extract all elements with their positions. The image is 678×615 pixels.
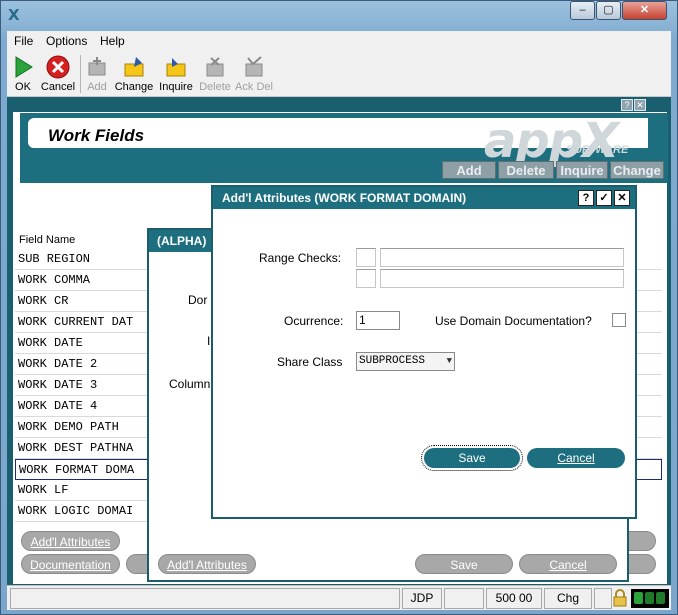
occurrence-field[interactable]: 1 xyxy=(356,311,400,330)
status-mode: Chg xyxy=(544,588,592,609)
alpha-partial-label: Dor xyxy=(188,293,208,307)
range-checks-label: Range Checks: xyxy=(259,251,342,265)
hidden-button-edge[interactable] xyxy=(628,554,656,574)
list-item[interactable]: WORK DEMO PATH xyxy=(15,417,151,438)
add-icon xyxy=(88,57,106,76)
list-item[interactable]: WORK DEST PATHNA xyxy=(15,438,151,459)
delete-icon xyxy=(206,57,224,77)
addl-attributes-button[interactable]: Add'l Attributes xyxy=(21,531,120,551)
list-item[interactable]: WORK DATE 4 xyxy=(15,396,151,417)
status-blank xyxy=(594,588,612,609)
tab-delete[interactable]: Delete xyxy=(498,161,554,179)
list-item[interactable]: WORK LF xyxy=(15,480,151,501)
add-label: Add xyxy=(87,81,107,93)
field-name-header: Field Name xyxy=(19,234,76,246)
list-item[interactable]: WORK COMMA xyxy=(15,270,151,291)
dialog-ok-button[interactable]: ✓ xyxy=(596,190,612,206)
app-logo-icon: X xyxy=(8,6,20,24)
documentation-button[interactable]: Documentation xyxy=(21,554,120,574)
lock-icon xyxy=(612,589,628,607)
form-close-button[interactable]: ✕ xyxy=(634,99,646,111)
range-check-flag-1[interactable] xyxy=(356,248,376,267)
status-led-icon xyxy=(645,592,654,604)
addl-dialog-title: Add'l Attributes (WORK FORMAT DOMAIN) xyxy=(213,187,635,209)
list-item-selected[interactable]: WORK FORMAT DOMA xyxy=(15,459,151,480)
addl-cancel-button[interactable]: Cancel xyxy=(527,448,625,468)
alpha-save-button[interactable]: Save xyxy=(415,554,513,574)
maximize-button[interactable]: ▢ xyxy=(596,1,621,20)
range-check-value-1[interactable] xyxy=(380,248,624,267)
change-label: Change xyxy=(114,81,154,93)
appx-logo-subtitle: SOFTWARE xyxy=(566,144,629,156)
status-led-icon xyxy=(656,592,665,604)
tab-add[interactable]: Add xyxy=(442,161,496,179)
status-message xyxy=(10,588,400,609)
form-help-button[interactable]: ? xyxy=(621,99,633,111)
list-item[interactable]: WORK CR xyxy=(15,291,151,312)
status-user: JDP xyxy=(402,588,442,609)
close-button[interactable]: ✕ xyxy=(622,1,667,20)
toolbar-separator xyxy=(80,55,81,93)
list-item[interactable]: WORK DATE 2 xyxy=(15,354,151,375)
status-led-icon xyxy=(634,592,643,604)
tab-inquire[interactable]: Inquire xyxy=(556,161,608,179)
share-class-label: Share Class xyxy=(277,355,343,369)
alpha-addl-attributes-button[interactable]: Add'l Attributes xyxy=(158,554,256,574)
list-item[interactable]: WORK DATE xyxy=(15,333,151,354)
list-item[interactable]: WORK LOGIC DOMAI xyxy=(15,501,151,522)
use-domain-doc-checkbox[interactable] xyxy=(612,313,626,327)
ack-delete-icon xyxy=(245,56,263,77)
alpha-cancel-button[interactable]: Cancel xyxy=(519,554,617,574)
addl-save-button[interactable]: Save xyxy=(421,445,523,471)
list-item[interactable]: SUB REGION xyxy=(15,249,151,270)
occurrence-label: Ocurrence: xyxy=(284,314,344,328)
inquire-icon xyxy=(166,58,186,77)
cancel-x-icon xyxy=(46,55,70,79)
ok-arrow-icon xyxy=(15,56,33,78)
hidden-button-edge[interactable] xyxy=(628,531,656,551)
tab-change[interactable]: Change xyxy=(610,161,664,179)
minimize-button[interactable]: – xyxy=(570,1,595,20)
cancel-label: Cancel xyxy=(40,81,76,93)
delete-label: Delete xyxy=(199,81,231,93)
range-check-value-2[interactable] xyxy=(380,269,624,288)
ack-delete-label: Ack Del xyxy=(235,81,273,93)
delete-button[interactable]: Delete xyxy=(198,53,232,95)
list-item[interactable]: WORK DATE 3 xyxy=(15,375,151,396)
menu-file[interactable]: File xyxy=(14,34,33,48)
ok-label: OK xyxy=(15,81,31,93)
status-value: 500 00 xyxy=(486,588,542,609)
chevron-down-icon[interactable]: ▼ xyxy=(447,353,452,369)
inquire-label: Inquire xyxy=(159,81,193,93)
ok-button[interactable]: OK xyxy=(10,53,36,95)
list-item[interactable]: WORK CURRENT DAT xyxy=(15,312,151,333)
change-icon xyxy=(124,57,144,77)
ack-delete-button[interactable]: Ack Del xyxy=(235,53,273,95)
menu-options[interactable]: Options xyxy=(46,34,87,48)
status-blank xyxy=(444,588,484,609)
change-button[interactable]: Change xyxy=(114,53,154,95)
inquire-button[interactable]: Inquire xyxy=(157,53,195,95)
share-class-value: SUBPROCESS xyxy=(359,355,426,367)
dialog-help-button[interactable]: ? xyxy=(578,190,594,206)
alpha-partial-label: I xyxy=(207,334,211,348)
alpha-partial-label: Column xyxy=(169,377,211,391)
add-button[interactable]: Add xyxy=(84,53,110,95)
page-title: Work Fields xyxy=(48,126,145,145)
dialog-close-button[interactable]: ✕ xyxy=(614,190,630,206)
range-check-flag-2[interactable] xyxy=(356,269,376,288)
cancel-button[interactable]: Cancel xyxy=(39,53,77,95)
share-class-select[interactable]: SUBPROCESS ▼ xyxy=(356,352,455,371)
use-domain-doc-label: Use Domain Documentation? xyxy=(435,314,592,328)
menu-help[interactable]: Help xyxy=(100,34,125,48)
